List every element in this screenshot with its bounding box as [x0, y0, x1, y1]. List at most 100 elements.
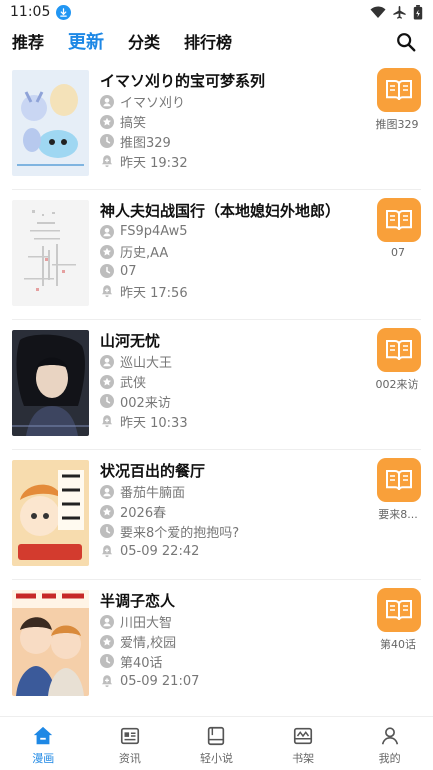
latest-row: 002来访	[100, 392, 365, 412]
comic-title: 状况百出的餐厅	[100, 462, 206, 480]
comic-title: 神人夫妇战国行（本地媳妇外地郎）	[100, 202, 341, 220]
book-icon	[386, 80, 412, 101]
tab-rankings[interactable]: 排行榜	[184, 29, 232, 53]
comic-author: FS9p4Aw5	[120, 224, 188, 240]
author-row: 川田大智	[100, 612, 365, 632]
genre-row: 2026春	[100, 502, 365, 522]
battery-icon	[413, 4, 423, 20]
download-icon	[56, 4, 72, 20]
nav-news-label: 资讯	[118, 752, 141, 765]
home-icon	[34, 726, 53, 745]
latest-chapter-label: 要来8...	[378, 508, 418, 521]
user-icon	[100, 354, 114, 369]
comic-title: 山河无忧	[100, 332, 161, 350]
comic-updated-time: 05-09 22:42	[120, 543, 200, 559]
book-icon	[386, 600, 412, 621]
comic-latest: 要来8个爱的抱抱吗?	[120, 525, 240, 541]
read-button[interactable]	[377, 68, 421, 112]
nav-news[interactable]: 资讯	[87, 717, 174, 770]
nav-bookshelf[interactable]: 书架	[260, 717, 347, 770]
bottom-nav: 漫画 资讯 轻小说 书架 我的	[0, 716, 433, 770]
novel-icon	[208, 726, 225, 746]
comic-cover[interactable]	[12, 460, 89, 566]
author-row: 巡山大王	[100, 352, 365, 372]
comic-latest: 推图329	[120, 135, 171, 151]
clock-icon	[100, 524, 114, 539]
comic-updated-time: 昨天 10:33	[120, 415, 188, 431]
tab-updates[interactable]: 更新	[68, 28, 104, 54]
star-icon	[100, 244, 114, 259]
bell-icon	[102, 545, 112, 558]
list-item[interactable]: 山河无忧 巡山大王 武侠 002来访 昨天 10:33 002来访	[12, 320, 421, 450]
updated-row: 昨天 10:33	[100, 411, 365, 431]
author-row: 番茄牛腩面	[100, 482, 365, 502]
tab-recommend[interactable]: 推荐	[12, 29, 44, 53]
user-icon	[100, 224, 114, 239]
star-icon	[100, 504, 114, 519]
user-icon	[100, 614, 114, 629]
comic-genre: 搞笑	[120, 116, 147, 132]
comic-author: 巡山大王	[120, 356, 173, 372]
updated-row: 昨天 17:56	[100, 281, 365, 301]
user-icon	[100, 94, 114, 109]
comic-latest: 07	[120, 263, 137, 279]
comic-title: 半调子恋人	[100, 592, 176, 610]
bell-icon	[102, 415, 112, 428]
latest-chapter-label: 002来访	[375, 378, 419, 391]
top-tabs: 推荐 更新 分类 排行榜	[0, 24, 433, 58]
updated-row: 05-09 21:07	[100, 671, 365, 691]
comic-author: 川田大智	[120, 616, 173, 632]
nav-profile-label: 我的	[378, 752, 401, 765]
updated-row: 05-09 22:42	[100, 541, 365, 561]
genre-row: 爱情,校园	[100, 632, 365, 652]
list-item[interactable]: 神人夫妇战国行（本地媳妇外地郎） FS9p4Aw5 历史,AA 07 昨天 17…	[12, 190, 421, 320]
bell-icon	[102, 155, 112, 168]
comic-cover[interactable]	[12, 70, 89, 176]
bookshelf-icon	[294, 727, 313, 745]
latest-chapter-label: 推图329	[375, 118, 419, 131]
nav-comics[interactable]: 漫画	[0, 717, 87, 770]
latest-row: 07	[100, 262, 365, 282]
nav-light-novel[interactable]: 轻小说	[173, 717, 260, 770]
profile-icon	[381, 727, 398, 745]
clock-icon	[100, 264, 114, 279]
list-item[interactable]: 状况百出的餐厅 番茄牛腩面 2026春 要来8个爱的抱抱吗? 05-09 22:…	[12, 450, 421, 580]
list-item[interactable]: イマソ刈り的宝可梦系列 イマソ刈り 搞笑 推图329 昨天 19:32 推图32…	[12, 60, 421, 190]
comic-author: イマソ刈り	[120, 96, 186, 112]
latest-chapter-label: 07	[391, 246, 405, 259]
comic-info: 神人夫妇战国行（本地媳妇外地郎） FS9p4Aw5 历史,AA 07 昨天 17…	[100, 200, 365, 301]
comic-cover[interactable]	[12, 200, 89, 306]
updated-row: 昨天 19:32	[100, 151, 365, 171]
read-button[interactable]	[377, 458, 421, 502]
comic-cover[interactable]	[12, 330, 89, 436]
latest-row: 第40话	[100, 652, 365, 672]
genre-row: 搞笑	[100, 112, 365, 132]
latest-chapter-label: 第40话	[380, 638, 416, 651]
comic-latest: 第40话	[120, 655, 163, 671]
comic-updated-time: 05-09 21:07	[120, 673, 200, 689]
search-icon[interactable]	[395, 31, 417, 53]
news-icon	[120, 727, 139, 745]
tab-categories[interactable]: 分类	[128, 29, 160, 53]
genre-row: 历史,AA	[100, 242, 365, 262]
clock-icon	[100, 134, 114, 149]
comic-genre: 历史,AA	[120, 246, 169, 262]
comic-title: イマソ刈り的宝可梦系列	[100, 72, 266, 90]
bell-icon	[102, 285, 112, 298]
comic-cover[interactable]	[12, 590, 89, 696]
comic-updated-time: 昨天 17:56	[120, 285, 188, 301]
read-button[interactable]	[377, 588, 421, 632]
star-icon	[100, 634, 114, 649]
latest-row: 推图329	[100, 132, 365, 152]
comic-info: 山河无忧 巡山大王 武侠 002来访 昨天 10:33	[100, 330, 365, 431]
author-row: FS9p4Aw5	[100, 222, 365, 242]
list-item[interactable]: 半调子恋人 川田大智 爱情,校园 第40话 05-09 21:07 第40话	[12, 580, 421, 710]
nav-profile[interactable]: 我的	[346, 717, 433, 770]
nav-bookshelf-label: 书架	[292, 752, 315, 765]
comic-updated-time: 昨天 19:32	[120, 155, 188, 171]
read-button[interactable]	[377, 198, 421, 242]
author-row: イマソ刈り	[100, 92, 365, 112]
star-icon	[100, 374, 114, 389]
read-button[interactable]	[377, 328, 421, 372]
comic-genre: 2026春	[120, 506, 167, 522]
